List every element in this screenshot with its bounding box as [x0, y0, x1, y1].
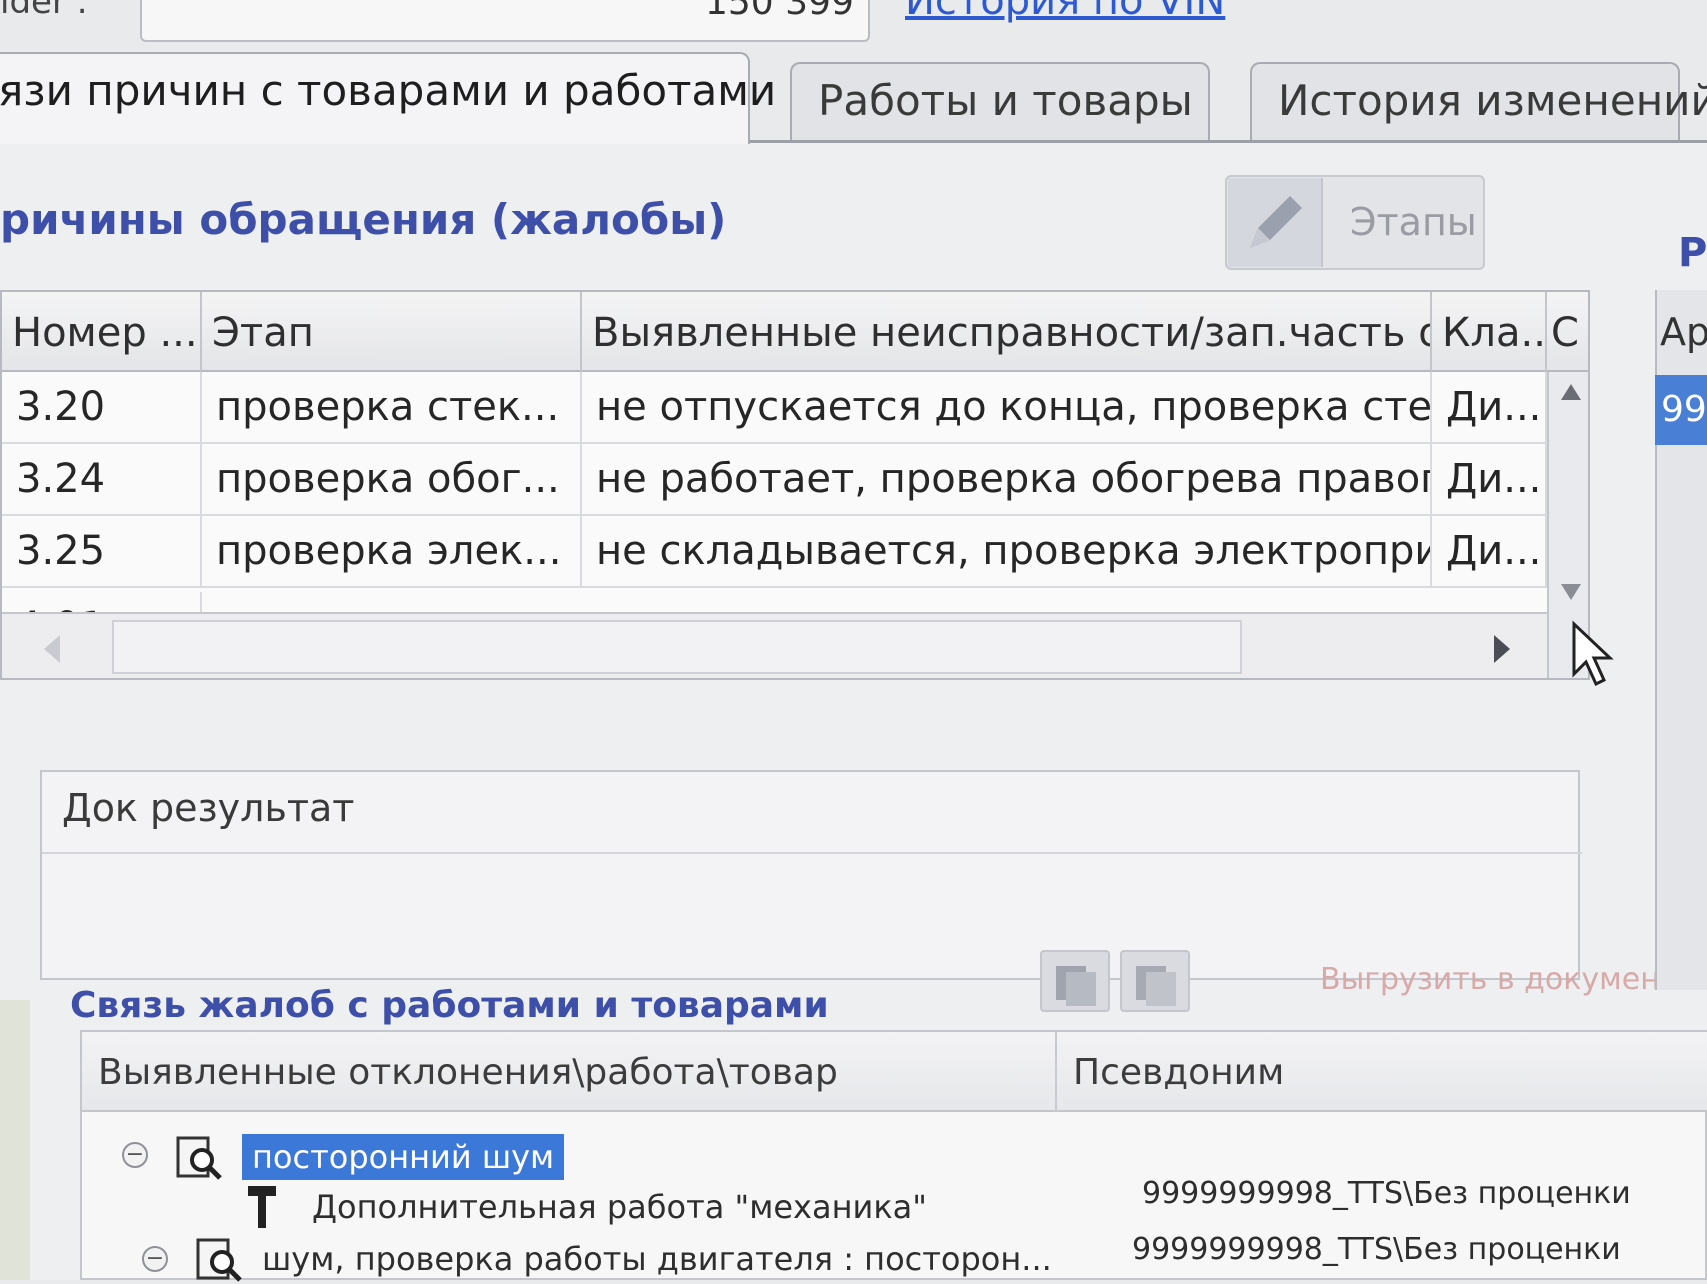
tree-item[interactable]: − шум, проверка работы двигателя : посто…	[142, 1232, 1702, 1282]
grid-header: Номер ... Этап Выявленные неисправности/…	[2, 292, 1588, 372]
scroll-up-arrow-icon[interactable]	[1549, 372, 1590, 412]
cell-number: 3.20	[2, 372, 202, 444]
complaints-grid: Номер ... Этап Выявленные неисправности/…	[0, 290, 1590, 680]
result-divider	[42, 852, 1582, 854]
result-document-box[interactable]: Док результат	[40, 770, 1582, 980]
col-number[interactable]: Номер ...	[2, 292, 202, 372]
tree-item-label: посторонний шум	[242, 1134, 565, 1180]
cell-class: Ди...	[1432, 516, 1547, 588]
link-docs-icon	[1056, 966, 1096, 1006]
vin-history-link[interactable]: История по VIN	[905, 0, 1225, 24]
collapse-icon[interactable]: −	[122, 1142, 148, 1168]
col-alias[interactable]: Псевдоним	[1057, 1032, 1707, 1112]
cell-number: 3.25	[2, 516, 202, 588]
col-defects[interactable]: Выявленные неисправности/зап.часть о...	[582, 292, 1432, 372]
scroll-left-arrow-icon[interactable]	[32, 619, 72, 679]
tree-header: Выявленные отклонения\работа\товар Псевд…	[82, 1032, 1707, 1112]
stages-label: Этапы	[1350, 200, 1477, 244]
tab-causes-links[interactable]: язи причин с товарами и работами	[0, 52, 776, 144]
col-c[interactable]: С	[1547, 292, 1588, 372]
cell-stage: проверка элек...	[202, 516, 582, 588]
tab-works-goods[interactable]: Работы и товары	[790, 62, 1210, 142]
top-field-value: 150 399	[705, 0, 854, 23]
copy-docs-icon	[1136, 966, 1176, 1006]
table-row[interactable]: 3.20 проверка стек... не отпускается до …	[2, 372, 1588, 444]
left-sidebar-strip	[0, 1000, 30, 1280]
collapse-icon[interactable]: −	[142, 1246, 168, 1272]
cell-number: 3.24	[2, 444, 202, 516]
col-class[interactable]: Кла...	[1432, 292, 1547, 372]
top-field-label: ider .	[0, 0, 88, 22]
scroll-right-arrow-icon[interactable]	[1482, 619, 1522, 679]
cell-stage: проверка обог...	[202, 444, 582, 516]
cell-defect: не складывается, проверка электроприв...	[582, 516, 1432, 588]
grid-horizontal-scrollbar[interactable]	[2, 612, 1547, 679]
pencil-icon	[1250, 196, 1302, 248]
right-panel-title: Р	[1678, 230, 1707, 276]
mouse-cursor-icon	[1572, 620, 1614, 687]
search-doc-icon	[196, 1238, 242, 1282]
tree-item[interactable]: Дополнительная работа "механика" 9999999…	[242, 1176, 1692, 1232]
tree-item-alias: 9999999998_TTS\Без проценки	[1132, 1232, 1621, 1267]
cell-class: Ди...	[1432, 372, 1547, 444]
search-doc-icon	[176, 1136, 222, 1180]
links-tree: Выявленные отклонения\работа\товар Псевд…	[80, 1030, 1707, 1282]
unlink-button[interactable]	[1120, 950, 1190, 1012]
right-grid-header[interactable]: Ар	[1660, 310, 1707, 354]
link-button[interactable]	[1040, 950, 1110, 1012]
export-to-documents-button[interactable]: Выгрузить в документы	[1320, 962, 1701, 997]
cell-class: Ди...	[1432, 444, 1547, 516]
tab-label: История изменений	[1278, 76, 1707, 125]
scroll-thumb[interactable]	[112, 620, 1242, 674]
col-stage[interactable]: Этап	[202, 292, 582, 372]
cell-defect: не отпускается до конца, проверка стек..…	[582, 372, 1432, 444]
cell-stage: проверка стек...	[202, 372, 582, 444]
wrench-icon	[248, 1186, 276, 1228]
tree-item-alias: 9999999998_TTS\Без проценки	[1142, 1176, 1631, 1211]
tab-label: язи причин с товарами и работами	[0, 66, 777, 115]
col-deviation-work-goods[interactable]: Выявленные отклонения\работа\товар	[82, 1032, 1057, 1112]
links-title: Связь жалоб с работами и товарами	[70, 985, 829, 1026]
result-label: Док результат	[62, 786, 355, 830]
tab-label: Работы и товары	[818, 76, 1193, 125]
right-grid-selected-cell[interactable]: 999	[1655, 375, 1707, 445]
tab-change-history[interactable]: История изменений	[1250, 62, 1707, 142]
tree-item[interactable]: − посторонний шум	[122, 1132, 1022, 1182]
cell-defect: не работает, проверка обогрева правого .…	[582, 444, 1432, 516]
tree-item-label: Дополнительная работа "механика"	[312, 1188, 927, 1226]
stages-edit-button[interactable]	[1228, 178, 1323, 267]
scroll-down-arrow-icon[interactable]	[1549, 572, 1590, 612]
table-row[interactable]: 3.24 проверка обог... не работает, прове…	[2, 444, 1588, 516]
table-row[interactable]: 3.25 проверка элек... не складывается, п…	[2, 516, 1588, 588]
tree-item-label: шум, проверка работы двигателя : посторо…	[262, 1240, 1052, 1278]
complaints-title: ричины обращения (жалобы)	[0, 195, 727, 244]
